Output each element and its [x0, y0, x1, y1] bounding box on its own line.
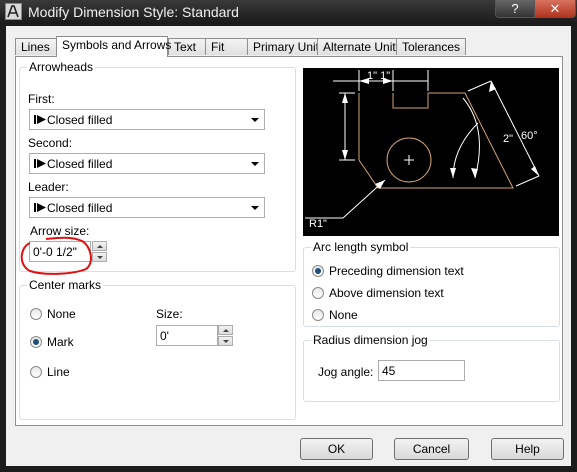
tab-primary-units[interactable]: Primary Units	[247, 38, 325, 55]
closed-filled-arrow-icon	[34, 203, 46, 212]
dimension-preview: 1" 1" 2" 60° R1"	[303, 68, 559, 236]
first-arrow-label: First:	[28, 92, 55, 106]
jog-angle-input[interactable]: 45	[378, 360, 465, 381]
autocad-app-icon	[5, 3, 22, 20]
tab-symbols-and-arrows[interactable]: Symbols and Arrows	[56, 36, 171, 57]
arc-none-radio[interactable]	[312, 309, 324, 321]
tab-fit[interactable]: Fit	[205, 38, 248, 55]
chevron-down-icon	[251, 206, 259, 210]
arc-preceding-radio[interactable]	[312, 265, 324, 277]
dialog-client-area: Lines Symbols and Arrows Text Fit Primar…	[6, 26, 571, 466]
jog-angle-label: Jog angle:	[318, 365, 374, 379]
preview-right-dimension-label: 2"	[503, 133, 514, 145]
title-bar: Modify Dimension Style: Standard ? ✕	[0, 0, 577, 24]
first-arrow-value: Closed filled	[47, 113, 113, 127]
cancel-button[interactable]: Cancel	[394, 438, 469, 460]
leader-arrow-value: Closed filled	[47, 201, 113, 215]
center-mark-line-label: Line	[47, 365, 70, 379]
center-mark-none-radio[interactable]	[30, 308, 42, 320]
tab-lines[interactable]: Lines	[15, 38, 57, 55]
center-mark-size-spinner[interactable]	[218, 325, 233, 346]
ok-button[interactable]: OK	[300, 438, 373, 460]
arrowheads-group-label: Arrowheads	[27, 60, 96, 74]
tab-text[interactable]: Text	[168, 38, 206, 55]
first-arrow-dropdown[interactable]: Closed filled	[29, 109, 265, 130]
symbols-and-arrows-page: Arrowheads First: Closed filled Second: …	[15, 56, 563, 426]
radius-jog-group-label: Radius dimension jog	[311, 333, 430, 347]
center-marks-group: Center marks	[19, 278, 296, 420]
second-arrow-label: Second:	[28, 136, 73, 150]
closed-filled-arrow-icon	[34, 159, 46, 168]
leader-arrow-label: Leader:	[28, 180, 69, 194]
center-mark-mark-label: Mark	[47, 335, 74, 349]
chevron-down-icon	[251, 162, 259, 166]
center-mark-none-label: None	[47, 307, 76, 321]
second-arrow-value: Closed filled	[47, 157, 113, 171]
window-title: Modify Dimension Style: Standard	[28, 4, 239, 20]
help-button[interactable]: Help	[491, 438, 564, 460]
tab-tolerances[interactable]: Tolerances	[396, 38, 466, 55]
center-mark-size-label: Size:	[156, 307, 183, 321]
dialog-window: Modify Dimension Style: Standard ? ✕ Lin…	[0, 0, 577, 472]
preview-top-dimension-label: 1" 1"	[367, 70, 391, 82]
preview-radius-label: R1"	[309, 218, 327, 230]
center-marks-group-label: Center marks	[27, 278, 104, 292]
second-arrow-dropdown[interactable]: Closed filled	[29, 153, 265, 174]
leader-arrow-dropdown[interactable]: Closed filled	[29, 197, 265, 218]
center-mark-line-radio[interactable]	[30, 366, 42, 378]
arc-above-label: Above dimension text	[329, 286, 444, 300]
arc-none-label: None	[329, 308, 358, 322]
title-help-button[interactable]: ?	[495, 0, 535, 18]
title-close-button[interactable]: ✕	[534, 0, 576, 18]
chevron-down-icon	[251, 118, 259, 122]
preview-angle-label: 60°	[521, 130, 538, 142]
arc-above-radio[interactable]	[312, 287, 324, 299]
red-annotation-circle	[20, 236, 92, 275]
center-mark-size-input[interactable]: 0'	[156, 325, 218, 346]
tab-alternate-units[interactable]: Alternate Units	[317, 38, 402, 55]
closed-filled-arrow-icon	[34, 115, 46, 124]
center-mark-mark-radio[interactable]	[30, 336, 42, 348]
arc-length-group-label: Arc length symbol	[311, 240, 411, 254]
arc-preceding-label: Preceding dimension text	[329, 264, 464, 278]
